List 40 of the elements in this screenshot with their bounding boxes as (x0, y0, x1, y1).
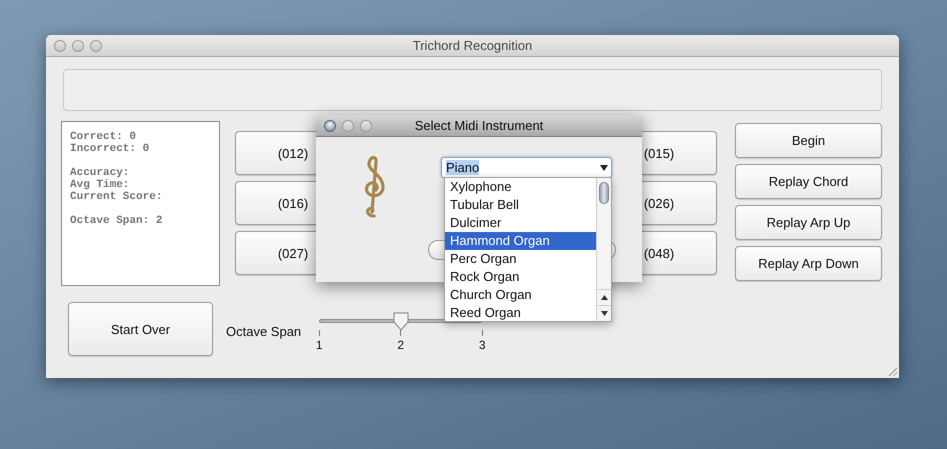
tick-mark (318, 330, 320, 336)
scrollbar[interactable] (596, 178, 611, 321)
dropdown-option[interactable]: Perc Organ (445, 250, 596, 268)
dialog-title: Select Midi Instrument (414, 118, 544, 133)
instrument-dropdown[interactable]: Piano (441, 157, 612, 178)
action-button[interactable]: Replay Arp Up (735, 205, 882, 240)
action-button[interactable]: Replay Arp Down (735, 246, 882, 281)
dropdown-option[interactable]: Church Organ (445, 286, 596, 304)
zoom-button[interactable] (360, 120, 372, 132)
tick-label: 2 (397, 338, 404, 352)
dropdown-option[interactable]: Hammond Organ (445, 232, 596, 250)
window-title: Trichord Recognition (412, 38, 532, 53)
stats-line: Accuracy: (70, 167, 130, 179)
dropdown-value: Piano (446, 160, 480, 175)
stats-line: Correct: 0 (70, 131, 136, 143)
tick-label: 3 (478, 338, 486, 352)
stats-line: Current Score: (70, 191, 162, 203)
tick-label: 1 (316, 338, 322, 352)
dropdown-option[interactable]: Rock Organ (445, 268, 596, 286)
start-over-button[interactable]: Start Over (68, 302, 213, 356)
tick-mark (482, 330, 483, 336)
dropdown-option[interactable]: Xylophone (445, 178, 596, 196)
stats-line: Octave Span: 2 (70, 215, 162, 227)
dropdown-option[interactable]: Reed Organ (445, 304, 596, 322)
slider-label: Octave Span (226, 324, 302, 338)
close-button[interactable] (324, 120, 336, 132)
close-button[interactable] (54, 40, 66, 52)
stats-line: Avg Time: (70, 179, 130, 191)
action-button[interactable]: Replay Chord (735, 164, 882, 199)
action-button[interactable]: Begin (735, 123, 882, 158)
dropdown-option[interactable]: Dulcimer (445, 214, 596, 232)
zoom-button[interactable] (90, 40, 102, 52)
slider-thumb[interactable] (392, 312, 410, 332)
minimize-button[interactable] (342, 120, 354, 132)
minimize-button[interactable] (72, 40, 84, 52)
stats-line: Incorrect: 0 (70, 143, 150, 155)
tick-mark (400, 330, 402, 336)
dropdown-option[interactable]: Tubular Bell (445, 196, 596, 214)
dropdown-arrow-icon[interactable] (600, 164, 608, 170)
scroll-thumb[interactable] (599, 182, 609, 204)
